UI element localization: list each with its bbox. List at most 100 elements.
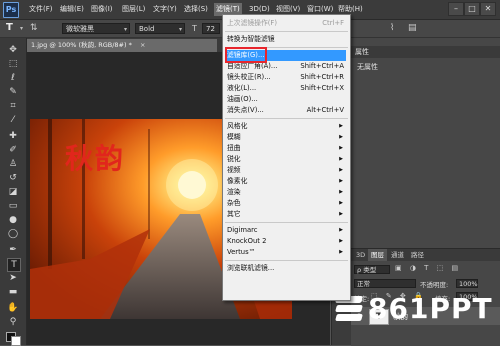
menu-item-shortcut: Shift+Ctrl+R (300, 73, 344, 81)
menu-separator (225, 260, 348, 261)
text-orientation-icon[interactable]: ⇅ (30, 23, 44, 34)
filter-menu-item[interactable]: 锐化 ▶ (227, 154, 346, 165)
history-brush-icon[interactable]: ↺ (7, 172, 19, 184)
properties-title: 属性 (351, 46, 500, 58)
menu-separator (225, 118, 348, 119)
submenu-arrow-icon: ▶ (339, 238, 343, 244)
menu-item-label: 油画(O)... (227, 95, 258, 103)
menu-item-label: 液化(L)... (227, 84, 257, 92)
chevron-down-icon: ▾ (123, 26, 127, 33)
crop-icon[interactable]: ⌗ (7, 100, 19, 112)
menu-item-label: 其它 (227, 210, 241, 218)
filter-menu-item[interactable]: 转换为智能滤镜 (227, 34, 346, 45)
marquee-icon[interactable]: ⬚ (7, 58, 19, 70)
chevron-down-icon: ▾ (178, 26, 182, 33)
pen-icon[interactable]: ✒ (7, 244, 19, 256)
opacity-input[interactable]: 100% (456, 279, 478, 288)
layer-filter-icons[interactable]: ▣ ◑ T ⬚ ▤ (395, 264, 461, 272)
blend-mode-select[interactable]: 正常 (354, 279, 416, 288)
close-button[interactable]: ✕ (480, 2, 496, 16)
callout-highlight-box (225, 47, 267, 63)
menu-item-label: 浏览联机滤镜... (227, 264, 275, 272)
eraser-icon[interactable]: ◪ (7, 186, 19, 198)
filter-menu-item[interactable]: 像素化 ▶ (227, 176, 346, 187)
watermark-text: 861PPT (368, 292, 493, 325)
tab-3d[interactable]: 3D (353, 249, 368, 261)
submenu-arrow-icon: ▶ (339, 211, 343, 217)
filter-menu-item[interactable]: 扭曲 ▶ (227, 143, 346, 154)
eyedropper-icon[interactable]: ⁄ (7, 114, 19, 126)
maximize-button[interactable]: □ (464, 2, 480, 16)
filter-menu-item[interactable]: 液化(L)... Shift+Ctrl+X (227, 83, 346, 94)
document-tab[interactable]: 1.jpg @ 100% (秋韵, RGB/8#) * × (27, 39, 217, 52)
filter-menu-item[interactable]: 消失点(V)... Alt+Ctrl+V (227, 105, 346, 116)
submenu-arrow-icon: ▶ (339, 145, 343, 151)
clone-stamp-icon[interactable]: ♙ (7, 158, 19, 170)
menu-file[interactable]: 文件(F) (29, 3, 53, 16)
menu-item-shortcut: Shift+Ctrl+X (300, 84, 344, 92)
menu-item-label: Digimarc (227, 226, 258, 234)
blur-icon[interactable]: ● (7, 214, 19, 226)
zoom-icon[interactable]: ⚲ (7, 316, 19, 328)
menu-select[interactable]: 选择(S) (184, 3, 208, 16)
submenu-arrow-icon: ▶ (339, 156, 343, 162)
filter-menu-item[interactable]: 其它 ▶ (227, 209, 346, 220)
font-family-select[interactable]: 微软雅黑 ▾ (62, 23, 130, 34)
menu-layer[interactable]: 图层(L) (122, 3, 145, 16)
font-style-select[interactable]: Bold ▾ (135, 23, 185, 34)
menu-item-label: 像素化 (227, 177, 248, 185)
submenu-arrow-icon: ▶ (339, 200, 343, 206)
filter-menu-item[interactable]: 渲染 ▶ (227, 187, 346, 198)
layer-filter-kind-select[interactable]: ρ 类型 (354, 265, 390, 274)
tab-channels[interactable]: 通道 (388, 249, 407, 261)
filter-menu-item[interactable]: 模糊 ▶ (227, 132, 346, 143)
healing-brush-icon[interactable]: ✚ (7, 130, 19, 142)
filter-menu-item[interactable]: 镜头校正(R)... Shift+Ctrl+R (227, 72, 346, 83)
character-panel-icon[interactable]: ▤ (408, 23, 420, 34)
menu-item-label: 风格化 (227, 122, 248, 130)
move-icon[interactable]: ✥ (7, 44, 19, 56)
opacity-label: 不透明度: (420, 281, 449, 289)
tab-layers[interactable]: 图层 (368, 249, 387, 261)
menu-item-label: 渲染 (227, 188, 241, 196)
hand-icon[interactable]: ✋ (7, 302, 19, 314)
font-style-value: Bold (139, 25, 155, 33)
menu-item-label: 上次滤镜操作(F) (227, 19, 277, 27)
menu-item-label: 消失点(V)... (227, 106, 264, 114)
dodge-icon[interactable]: ◯ (7, 228, 19, 240)
type-tool-icon[interactable]: T (6, 22, 18, 34)
filter-menu-item[interactable]: KnockOut 2 ▶ (227, 236, 346, 247)
menu-edit[interactable]: 编辑(E) (60, 3, 84, 16)
filter-menu-item[interactable]: Vertus™ ▶ (227, 247, 346, 258)
path-select-icon[interactable]: ➤ (7, 272, 19, 284)
font-size-input[interactable]: 72 (202, 23, 220, 34)
type-icon[interactable]: T (7, 258, 21, 272)
tool-preset-caret-icon[interactable]: ▾ (20, 25, 23, 32)
filter-menu-item[interactable]: 杂色 ▶ (227, 198, 346, 209)
shape-icon[interactable]: ▬ (7, 286, 19, 298)
menu-item-shortcut: Ctrl+F (322, 19, 344, 27)
filter-menu-item[interactable]: Digimarc ▶ (227, 225, 346, 236)
warp-text-icon[interactable]: ⌇ (390, 23, 402, 34)
filter-menu-item[interactable]: 浏览联机滤镜... (227, 263, 346, 274)
filter-menu-item[interactable]: 油画(O)... (227, 94, 346, 105)
quick-select-icon[interactable]: ✎ (7, 86, 19, 98)
brush-icon[interactable]: ✐ (7, 144, 19, 156)
properties-body: 无属性 (357, 63, 378, 71)
font-family-value: 微软雅黑 (66, 25, 94, 33)
menu-item-shortcut: Shift+Ctrl+A (300, 62, 344, 70)
tab-paths[interactable]: 路径 (408, 249, 427, 261)
menu-type[interactable]: 文字(Y) (153, 3, 177, 16)
close-icon[interactable]: × (140, 41, 145, 49)
submenu-arrow-icon: ▶ (339, 123, 343, 129)
gradient-icon[interactable]: ▭ (7, 200, 19, 212)
menu-separator (225, 222, 348, 223)
filter-menu-item[interactable]: 风格化 ▶ (227, 121, 346, 132)
menu-image[interactable]: 图像(I) (91, 3, 113, 16)
menu-item-label: Vertus™ (227, 248, 256, 256)
lasso-icon[interactable]: ℓ (7, 72, 19, 84)
menu-item-label: 镜头校正(R)... (227, 73, 271, 81)
minimize-button[interactable]: – (448, 2, 464, 16)
menu-item-label: 锐化 (227, 155, 241, 163)
filter-menu-item[interactable]: 视频 ▶ (227, 165, 346, 176)
